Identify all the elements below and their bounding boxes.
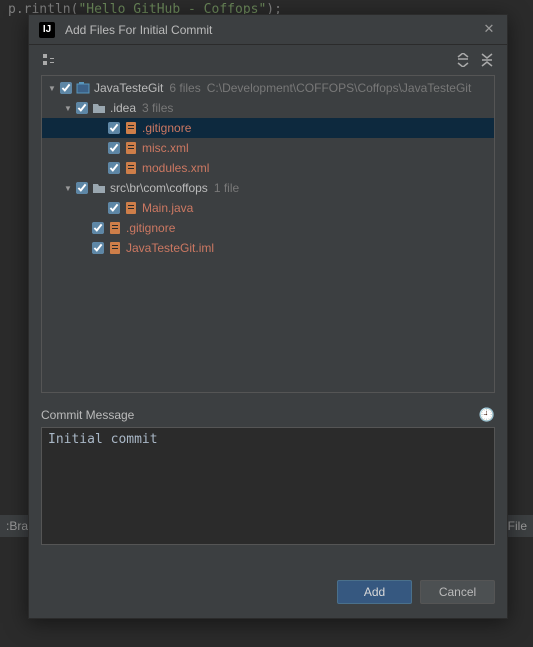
tree-item-meta: 6 files [169,81,200,95]
chevron-down-icon[interactable]: ▼ [62,102,74,114]
chevron-down-icon[interactable]: ▼ [46,82,58,94]
dialog-titlebar: IJ Add Files For Initial Commit ✕ [29,15,507,45]
tree-row[interactable]: ▼ JavaTesteGit 6 files C:\Development\COFFO… [42,78,494,98]
group-by-icon[interactable] [41,52,57,68]
file-icon [124,121,138,135]
add-files-dialog: IJ Add Files For Initial Commit ✕ ▼ JavaT… [28,14,508,619]
expand-all-icon[interactable] [455,52,471,68]
file-icon [124,141,138,155]
dialog-toolbar [29,45,507,75]
arrow-spacer [94,122,106,134]
tree-item-meta: 1 file [214,181,239,195]
folder-icon [92,101,106,115]
folder-icon [92,181,106,195]
tree-item-label: misc.xml [142,141,189,155]
add-button[interactable]: Add [337,580,412,604]
commit-message-label: Commit Message 🕘 [41,407,495,423]
chevron-down-icon[interactable]: ▼ [62,182,74,194]
arrow-spacer [78,242,90,254]
tree-item-label: .gitignore [126,221,175,235]
tree-item-label: .idea [110,101,136,115]
file-icon [108,241,122,255]
file-checkbox[interactable] [92,242,104,254]
file-checkbox[interactable] [92,222,104,234]
file-icon [124,201,138,215]
tree-item-label: .gitignore [142,121,191,135]
file-checkbox[interactable] [108,202,120,214]
dialog-title: Add Files For Initial Commit [65,23,481,37]
commit-message-input[interactable] [41,427,495,545]
tree-row[interactable]: .gitignore [42,218,494,238]
file-checkbox[interactable] [76,182,88,194]
tree-item-label: JavaTesteGit [94,81,163,95]
module-icon [76,81,90,95]
file-checkbox[interactable] [108,142,120,154]
tree-item-path: C:\Development\COFFOPS\Coffops\JavaTeste… [207,81,472,95]
file-icon [124,161,138,175]
arrow-spacer [94,142,106,154]
intellij-icon: IJ [39,22,55,38]
file-checkbox[interactable] [108,122,120,134]
tree-item-meta: 3 files [142,101,173,115]
cancel-button[interactable]: Cancel [420,580,495,604]
arrow-spacer [78,222,90,234]
tree-item-label: JavaTesteGit.iml [126,241,214,255]
history-icon[interactable]: 🕘 [479,407,495,423]
file-checkbox[interactable] [76,102,88,114]
tree-row[interactable]: modules.xml [42,158,494,178]
tree-row[interactable]: JavaTesteGit.iml [42,238,494,258]
tree-row[interactable]: misc.xml [42,138,494,158]
close-icon[interactable]: ✕ [481,22,497,38]
tree-item-label: modules.xml [142,161,209,175]
file-checkbox[interactable] [60,82,72,94]
tree-item-label: Main.java [142,201,193,215]
tree-row[interactable]: Main.java [42,198,494,218]
file-checkbox[interactable] [108,162,120,174]
dialog-buttons: Add Cancel [29,570,507,618]
tree-row[interactable]: ▼ .idea 3 files [42,98,494,118]
arrow-spacer [94,202,106,214]
file-icon [108,221,122,235]
arrow-spacer [94,162,106,174]
file-tree-panel[interactable]: ▼ JavaTesteGit 6 files C:\Development\COFFO… [41,75,495,393]
collapse-all-icon[interactable] [479,52,495,68]
tree-row[interactable]: ▼ src\br\com\coffops 1 file [42,178,494,198]
tree-row[interactable]: .gitignore [42,118,494,138]
tree-item-label: src\br\com\coffops [110,181,208,195]
